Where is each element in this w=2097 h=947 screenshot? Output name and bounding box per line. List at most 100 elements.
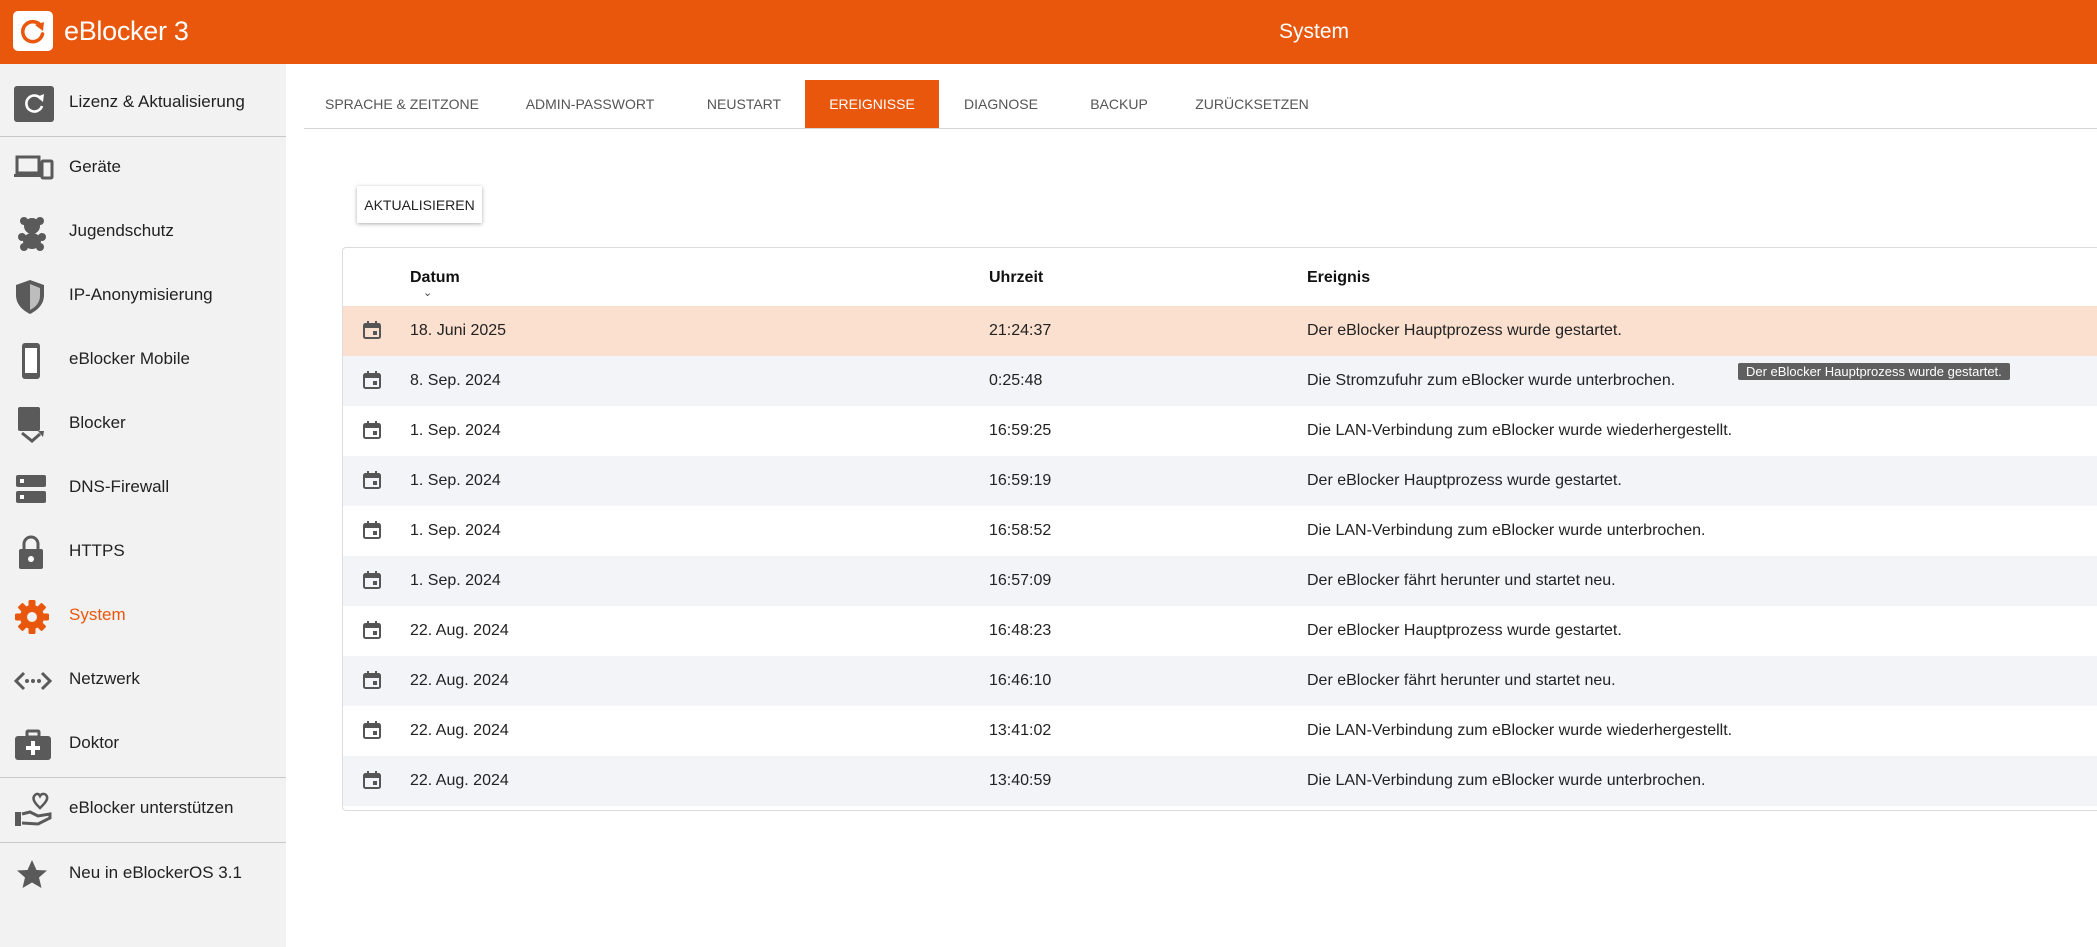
- table-row[interactable]: 22. Aug. 2024 13:41:02 Die LAN-Verbindung …: [343, 706, 2097, 756]
- cell-event: Die LAN-Verbindung zum eBlocker wurde wi…: [1307, 722, 1733, 739]
- calendar-icon: [363, 721, 381, 739]
- settings-tabs: Sprache & Zeitzone Admin-Passwort Neusta…: [304, 80, 2097, 129]
- sidebar-item-label: HTTPS: [69, 541, 125, 560]
- calendar-icon: [363, 521, 381, 539]
- sidebar-item-system[interactable]: System: [0, 587, 286, 643]
- sidebar-item-label: Blocker: [69, 413, 126, 432]
- dns-server-icon: [14, 471, 54, 507]
- cell-date: 22. Aug. 2024: [410, 772, 509, 789]
- table-row[interactable]: 22. Aug. 2024 16:48:23 Der eBlocker Hauptp…: [343, 606, 2097, 656]
- license-update-icon: [14, 86, 54, 122]
- sidebar-item-jugendschutz[interactable]: Jugendschutz: [0, 203, 286, 259]
- sidebar-item-label: Doktor: [69, 733, 120, 752]
- tab-sprache-zeitzone[interactable]: Sprache & Zeitzone: [304, 80, 500, 128]
- cell-date: 1. Sep. 2024: [410, 422, 501, 439]
- devices-icon: [14, 151, 54, 187]
- doctor-bag-icon: [14, 727, 54, 763]
- tab-diagnose[interactable]: Diagnose: [939, 80, 1063, 128]
- cell-date: 18. Juni 2025: [410, 322, 507, 339]
- calendar-icon: [363, 471, 381, 489]
- sidebar-item-eblocker-mobile[interactable]: eBlocker Mobile: [0, 331, 286, 387]
- refresh-button[interactable]: AKTUALISIEREN: [357, 186, 482, 223]
- table-row[interactable]: 1. Sep. 2024 16:57:09 Der eBlocker fährt h…: [343, 556, 2097, 606]
- cell-time: 16:57:09: [989, 572, 1052, 589]
- sidebar-item-https[interactable]: HTTPS: [0, 523, 286, 579]
- cell-time: 0:25:48: [989, 372, 1043, 389]
- cell-time: 21:24:37: [989, 322, 1052, 339]
- cell-event: Der eBlocker fährt herunter und startet …: [1307, 572, 1616, 589]
- cell-event: Die LAN-Verbindung zum eBlocker wurde un…: [1307, 772, 1706, 789]
- page-title: System: [1279, 20, 1350, 43]
- cell-date: 22. Aug. 2024: [410, 722, 509, 739]
- calendar-icon: [363, 771, 381, 789]
- cell-event: Der eBlocker Hauptprozess wurde gestarte…: [1307, 472, 1622, 489]
- cell-time: 16:59:19: [989, 472, 1052, 489]
- top-app-bar: eBlocker 3 System: [0, 0, 2097, 64]
- sort-descending-icon[interactable]: ⌄: [423, 286, 432, 299]
- cell-event: Die Stromzufuhr zum eBlocker wurde unter…: [1307, 372, 1676, 389]
- sidebar-item-doktor[interactable]: Doktor: [0, 715, 286, 771]
- cell-event: Der eBlocker Hauptprozess wurde gestarte…: [1307, 322, 1622, 339]
- sidebar-divider: [0, 136, 286, 137]
- lock-icon: [14, 535, 54, 571]
- sidebar-item-label: Geräte: [69, 157, 121, 176]
- sidebar-item-ip-anonymisierung[interactable]: IP-Anonymisierung: [0, 267, 286, 323]
- star-icon: [14, 857, 54, 893]
- table-row[interactable]: 1. Sep. 2024 16:59:25 Die LAN-Verbindung z…: [343, 406, 2097, 456]
- sidebar-item-lizenz[interactable]: Lizenz & Aktualisierung: [0, 74, 286, 130]
- tab-neustart[interactable]: Neustart: [680, 80, 808, 128]
- cell-time: 13:40:59: [989, 772, 1052, 789]
- sidebar: Lizenz & Aktualisierung Geräte Jugendsch…: [0, 64, 286, 947]
- cell-time: 16:58:52: [989, 522, 1052, 539]
- sidebar-item-label: eBlocker Mobile: [69, 349, 190, 368]
- cell-time: 16:48:23: [989, 622, 1052, 639]
- network-icon: [13, 663, 54, 699]
- sidebar-item-dns-firewall[interactable]: DNS-Firewall: [0, 459, 286, 515]
- calendar-icon: [363, 421, 381, 439]
- cell-time: 16:46:10: [989, 672, 1052, 689]
- sidebar-item-label: Neu in eBlockerOS 3.1: [69, 863, 242, 882]
- eblocker-logo-icon[interactable]: [13, 11, 53, 51]
- sidebar-item-label: Jugendschutz: [69, 221, 174, 240]
- teddy-bear-icon: [14, 215, 54, 251]
- table-row[interactable]: 1. Sep. 2024 16:59:19 Der eBlocker Hauptpr…: [343, 456, 2097, 506]
- sidebar-item-label: DNS-Firewall: [69, 477, 170, 496]
- event-tooltip: Der eBlocker Hauptprozess wurde gestarte…: [1738, 363, 2010, 380]
- tab-admin-passwort[interactable]: Admin-Passwort: [500, 80, 680, 128]
- table-row[interactable]: 22. Aug. 2024 16:46:10 Der eBlocker fährt …: [343, 656, 2097, 706]
- shield-icon: [14, 279, 54, 315]
- cell-event: Die LAN-Verbindung zum eBlocker wurde un…: [1307, 522, 1706, 539]
- sidebar-item-label: Lizenz & Aktualisierung: [69, 92, 245, 111]
- calendar-icon: [363, 621, 381, 639]
- sidebar-divider: [0, 777, 286, 778]
- sidebar-item-netzwerk[interactable]: Netzwerk: [0, 651, 286, 707]
- table-row[interactable]: 1. Sep. 2024 16:58:52 Die LAN-Verbindung z…: [343, 506, 2097, 556]
- heart-hand-icon: [14, 792, 54, 828]
- sidebar-item-blocker[interactable]: Blocker: [0, 395, 286, 451]
- sidebar-item-neu-in-eblockeros[interactable]: Neu in eBlockerOS 3.1: [0, 845, 286, 901]
- tab-ereignisse[interactable]: Ereignisse: [805, 80, 939, 128]
- cell-event: Der eBlocker fährt herunter und startet …: [1307, 672, 1616, 689]
- calendar-icon: [363, 571, 381, 589]
- calendar-icon: [363, 671, 381, 689]
- tab-zuruecksetzen[interactable]: Zurücksetzen: [1175, 80, 1329, 128]
- cell-date: 22. Aug. 2024: [410, 672, 509, 689]
- cell-date: 1. Sep. 2024: [410, 572, 501, 589]
- tab-backup[interactable]: Backup: [1063, 80, 1175, 128]
- column-header-time[interactable]: Uhrzeit: [989, 269, 1043, 287]
- cell-event: Der eBlocker Hauptprozess wurde gestarte…: [1307, 622, 1622, 639]
- sidebar-item-eblocker-unterstuetzen[interactable]: eBlocker unterstützen: [0, 780, 286, 836]
- table-row[interactable]: 18. Juni 2025 21:24:37 Der eBlocker Hauptp…: [343, 306, 2097, 356]
- sidebar-item-geraete[interactable]: Geräte: [0, 139, 286, 195]
- sidebar-item-label: eBlocker unterstützen: [69, 798, 234, 817]
- gear-icon: [14, 599, 54, 635]
- cell-date: 22. Aug. 2024: [410, 622, 509, 639]
- column-header-date[interactable]: Datum: [410, 269, 460, 287]
- calendar-icon: [363, 321, 381, 339]
- sidebar-item-label: Netzwerk: [69, 669, 140, 688]
- cell-date: 1. Sep. 2024: [410, 472, 501, 489]
- column-header-event[interactable]: Ereignis: [1307, 269, 1370, 287]
- table-row[interactable]: 22. Aug. 2024 13:40:59 Die LAN-Verbindung …: [343, 756, 2097, 806]
- sidebar-item-label: IP-Anonymisierung: [69, 285, 213, 304]
- cell-event: Die LAN-Verbindung zum eBlocker wurde wi…: [1307, 422, 1733, 439]
